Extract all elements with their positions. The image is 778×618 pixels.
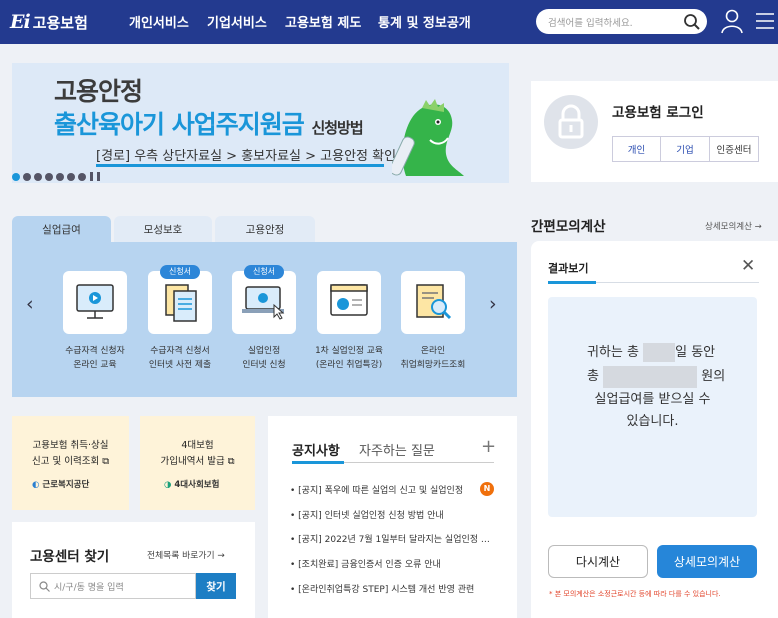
banner-underline: [96, 164, 384, 167]
application-badge: 신청서: [244, 265, 284, 279]
recalculate-button[interactable]: 다시계산: [548, 545, 648, 578]
tab-employment-stability[interactable]: 고용안정: [215, 216, 315, 242]
center-search-input[interactable]: 시/구/동 명을 입력: [30, 573, 196, 599]
service-unemployment-recognition[interactable]: [232, 271, 296, 334]
magnifier-doc-icon: [416, 284, 452, 320]
logo-mark: Ei: [10, 11, 31, 33]
login-company-button[interactable]: 기업: [660, 136, 710, 162]
result-title: 결과보기: [548, 262, 589, 275]
service-label[interactable]: 수급자격 신청자 온라인 교육: [50, 344, 140, 372]
notice-item[interactable]: • [공지] 폭우에 따른 실업의 신고 및 실업인정: [290, 483, 468, 496]
tab-notice[interactable]: 공지사항: [292, 440, 340, 459]
service-label[interactable]: 수급자격 신청서 인터넷 사전 제출: [135, 344, 225, 372]
tab-maternity[interactable]: 모성보호: [114, 216, 212, 242]
new-badge: N: [480, 482, 494, 496]
site-logo[interactable]: Ei 고용보험: [10, 9, 88, 35]
login-personal-button[interactable]: 개인: [612, 136, 661, 162]
banner-pagination[interactable]: [12, 172, 100, 181]
lock-icon: [544, 95, 598, 149]
result-box: [548, 297, 757, 517]
service-label[interactable]: 1차 실업인정 교육 (온라인 취업특강): [304, 344, 394, 372]
search-box[interactable]: 검색어를 입력하세요.: [536, 9, 707, 34]
result-line-amount: 총 원의: [587, 365, 725, 388]
nav-statistics[interactable]: 통계 및 정보공개: [378, 12, 471, 31]
result-active-indicator: [548, 281, 596, 284]
menu-icon[interactable]: [756, 12, 774, 30]
center-search-button[interactable]: 찾기: [196, 573, 236, 599]
close-icon[interactable]: ✕: [741, 256, 755, 276]
application-badge: 신청서: [160, 265, 200, 279]
notice-item[interactable]: • [공지] 인터넷 실업인정 신청 방법 안내: [290, 508, 490, 521]
result-line-days: 귀하는 총 일 동안: [587, 343, 716, 362]
card-insurance-history-text[interactable]: 고용보험 취득·상실 신고 및 이력조회 ⧉: [12, 438, 129, 470]
notice-item[interactable]: • [조치완료] 금융인증서 인증 오류 안내: [290, 557, 490, 570]
service-label[interactable]: 온라인 취업희망카드조회: [388, 344, 478, 372]
card-insurance-certificate-text[interactable]: 4대보험 가입내역서 발급 ⧉: [140, 438, 255, 470]
tab-unemployment[interactable]: 실업급여: [12, 216, 111, 242]
search-icon[interactable]: [683, 13, 701, 31]
user-icon[interactable]: [720, 8, 744, 34]
service-first-education[interactable]: [317, 271, 381, 334]
login-title: 고용보험 로그인: [612, 105, 704, 121]
calc-note: * 본 모의계산은 소정근로시간 등에 따라 다를 수 있습니다.: [549, 590, 721, 598]
comwel-logo: ◐ 근로복지공단: [32, 480, 90, 490]
browser-icon: [330, 284, 368, 316]
tab-faq[interactable]: 자주하는 질문: [359, 440, 435, 459]
prev-arrow-icon[interactable]: ‹: [26, 293, 34, 315]
center-finder-title: 고용센터 찾기: [30, 549, 110, 565]
next-arrow-icon[interactable]: ›: [489, 293, 497, 315]
dinosaur-mascot-icon: [392, 99, 464, 176]
monitor-play-icon: [76, 284, 114, 319]
center-list-link[interactable]: 전체목록 바로가기 →: [147, 548, 225, 561]
logo-text: 고용보험: [32, 13, 88, 32]
banner-path: [경로] 우측 상단자료실 > 홍보자료실 > 고용안정 확인: [96, 149, 397, 164]
search-icon: [39, 580, 50, 592]
detail-calc-button[interactable]: 상세모의계산: [657, 545, 757, 578]
plus-icon[interactable]: +: [481, 436, 496, 457]
login-cert-button[interactable]: 인증센터: [709, 136, 759, 162]
banner-title: 고용안정: [54, 77, 143, 106]
notice-active-indicator: [292, 461, 344, 464]
result-line-4: 있습니다.: [626, 414, 679, 429]
notice-item[interactable]: • [공지] 2022년 7월 1일부터 달라지는 실업인정 안내: [290, 532, 490, 545]
search-placeholder: 검색어를 입력하세요.: [548, 17, 633, 29]
four-insurance-logo: ◑ 4대사회보험: [164, 480, 220, 490]
service-label[interactable]: 실업인정 인터넷 신청: [219, 344, 309, 372]
service-online-education[interactable]: [63, 271, 127, 334]
laptop-click-icon: [242, 286, 285, 320]
result-line-3: 실업급여를 받으실 수: [594, 392, 711, 407]
nav-personal[interactable]: 개인서비스: [129, 12, 189, 31]
calculator-title: 간편모의계산: [531, 219, 606, 235]
nav-company[interactable]: 기업서비스: [207, 12, 267, 31]
center-finder-panel: [12, 522, 255, 618]
detail-calc-link[interactable]: 상세모의계산 →: [705, 220, 762, 232]
document-icon: [165, 284, 197, 322]
service-hope-card[interactable]: [401, 271, 465, 334]
nav-system[interactable]: 고용보험 제도: [285, 12, 361, 31]
service-prior-submission[interactable]: [148, 271, 212, 334]
notice-item[interactable]: • [온라인취업특강 STEP] 시스템 개선 반영 관련: [290, 582, 490, 595]
banner-subtitle: 출산육아기 사업주지원금 신청방법: [54, 110, 364, 139]
